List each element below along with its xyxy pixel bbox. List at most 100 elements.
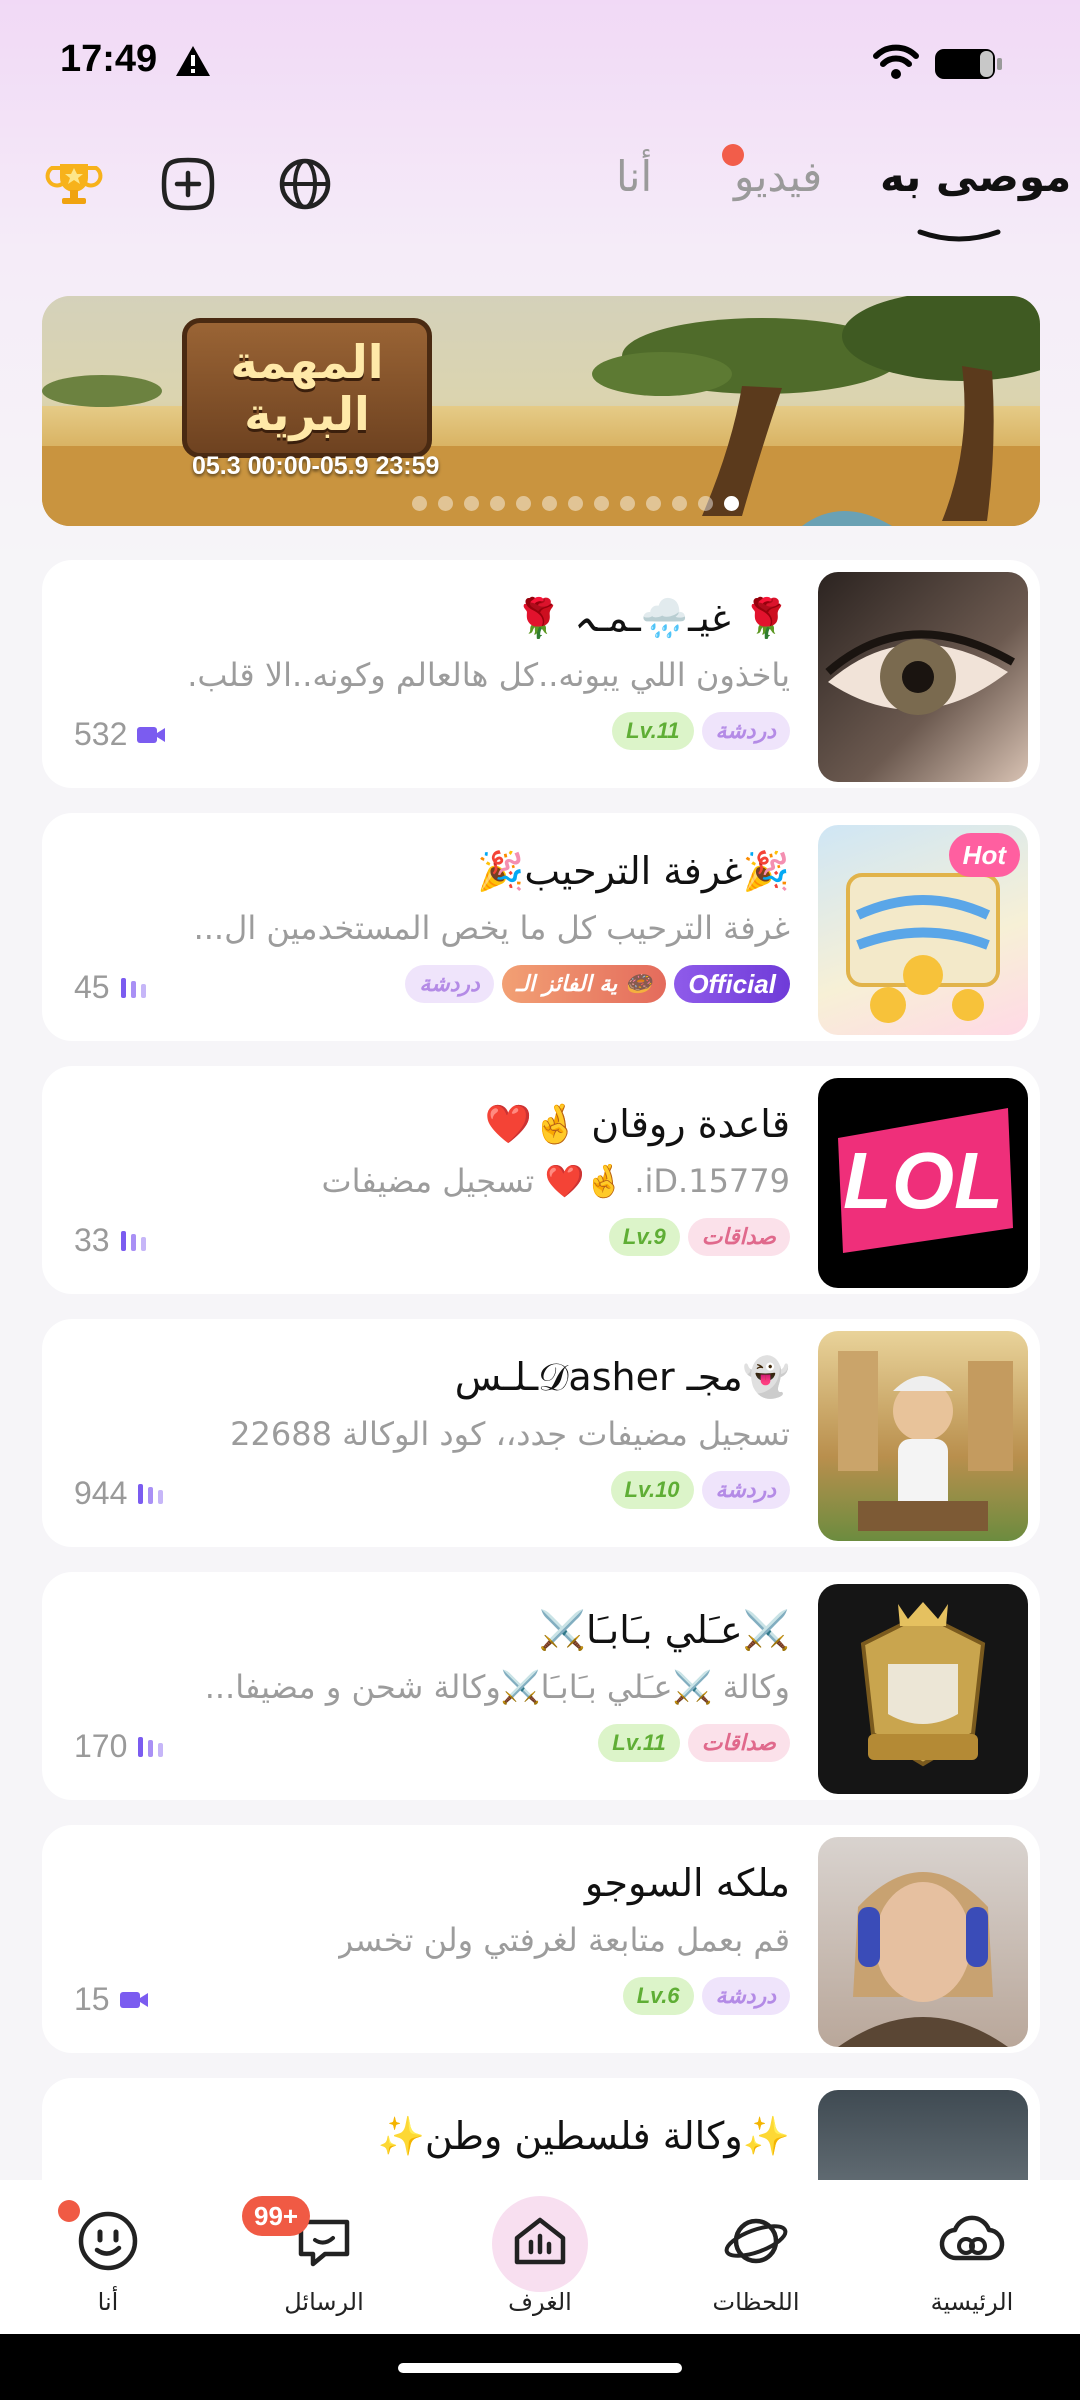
room-thumbnail [818, 572, 1028, 782]
banner-dot [516, 496, 531, 511]
tab-video[interactable]: فيديو [734, 152, 822, 201]
tag-level: Lv.11 [598, 1724, 680, 1762]
room-viewer-count: 33 [74, 1222, 150, 1259]
room-title: ✨وكالة فلسطين وطن✨ [377, 2114, 791, 2158]
room-tags: صداقات Lv.9 [608, 1218, 790, 1256]
banner-dot [568, 496, 583, 511]
room-count-value: 15 [74, 1981, 110, 2017]
room-viewer-count: 944 [74, 1475, 167, 1512]
tag-level: Lv.11 [612, 712, 694, 750]
battery-icon [935, 49, 1002, 79]
status-bar: 17:49 [0, 0, 1080, 125]
banner-dot [672, 496, 687, 511]
nav-label-rooms: الغرف [508, 2288, 572, 2316]
room-thumbnail: Hot [818, 825, 1028, 1035]
audio-bars-icon [138, 1736, 164, 1757]
bottom-nav: أنا الرسائل الغرف اللحظات الرئيسية [0, 2180, 1080, 2335]
tag-category: دردشة [405, 965, 494, 1003]
nav-item-rooms[interactable]: الغرف [460, 2196, 620, 2336]
room-title: 👻مجـ 𝒟asherـلـس [454, 1355, 790, 1399]
thumb-eye-art [825, 630, 1015, 715]
tag-category: صداقات [687, 1218, 790, 1256]
thumb-woman-headphones-art [838, 1872, 1008, 2047]
room-card[interactable]: ملكه السوجو قم بعمل متابعة لغرفتي ولن تخ… [42, 1825, 1040, 2053]
trophy-icon[interactable] [44, 154, 104, 214]
tag-official: Official [674, 965, 790, 1003]
banner-page-indicator [412, 496, 739, 511]
tab-active-underline [917, 229, 1001, 242]
room-title: قاعدة روقان 🤞❤️ [484, 1102, 790, 1146]
banner-dot [542, 496, 557, 511]
thumb-lol-text: LOL [843, 1136, 1003, 1225]
cloud-link-icon [939, 2215, 1005, 2261]
rooms-home-icon [514, 2217, 566, 2265]
banner-dot [698, 496, 713, 511]
room-tags: صداقات Lv.11 [598, 1724, 790, 1762]
banner-dot [594, 496, 609, 511]
tag-category: دردشة [701, 1977, 790, 2015]
room-tags: دردشة Lv.6 [622, 1977, 790, 2015]
room-description: غرفة الترحيب كل ما يخص المستخدمين ال... [193, 909, 790, 947]
room-card[interactable]: Hot 🎉غرفة الترحيب🎉 غرفة الترحيب كل ما يخ… [42, 813, 1040, 1041]
room-description: وكالة ⚔️عـَلي بـَابـَا⚔️وكالة شحن و مضيف… [204, 1668, 790, 1706]
video-camera-icon [137, 726, 166, 743]
nav-label-me: أنا [97, 2288, 119, 2316]
tag-category: دردشة [701, 712, 790, 750]
room-card[interactable]: ⚔️عـَلي بـَابـَا⚔️ وكالة ⚔️عـَلي بـَابـَ… [42, 1572, 1040, 1800]
tab-video-notification-dot [722, 144, 744, 166]
wifi-icon [873, 44, 919, 79]
smiley-icon [78, 2211, 138, 2271]
banner-title-sign: المهمة البرية [182, 318, 432, 458]
banner-title-line1: المهمة [230, 335, 384, 389]
room-title: ملكه السوجو [584, 1861, 790, 1905]
event-banner[interactable]: المهمة البرية 05.3 00:00-05.9 23:59 [42, 296, 1040, 526]
room-viewer-count: 170 [74, 1728, 167, 1765]
room-count-value: 532 [74, 716, 128, 752]
status-time: 17:49 [60, 38, 158, 80]
room-thumbnail: LOL [818, 1078, 1028, 1288]
warning-icon [176, 46, 210, 76]
add-circle-icon[interactable] [158, 154, 218, 214]
tab-me[interactable]: أنا [616, 152, 652, 201]
nav-item-moments[interactable]: اللحظات [676, 2196, 836, 2336]
room-count-value: 170 [74, 1728, 128, 1764]
room-thumbnail [818, 1584, 1028, 1794]
tag-category: صداقات [687, 1724, 790, 1762]
nav-label-moments: اللحظات [712, 2288, 800, 2316]
banner-dot [490, 496, 505, 511]
video-camera-icon [119, 1991, 148, 2008]
room-card[interactable]: LOL قاعدة روقان 🤞❤️ iD.15779. 🤞❤️ تسجيل … [42, 1066, 1040, 1294]
thumb-crest-art [860, 1602, 986, 1767]
header-row: أنا فيديو موصى به [0, 140, 1080, 250]
room-card[interactable]: 👻مجـ 𝒟asherـلـس تسجيل مضيفات جدد،، كود ا… [42, 1319, 1040, 1547]
room-description: تسجيل مضيفات جدد،، كود الوكالة 22688 [230, 1415, 790, 1453]
audio-bars-icon [120, 1230, 146, 1251]
tag-level: Lv.9 [608, 1218, 680, 1256]
banner-dot [438, 496, 453, 511]
tab-recommended[interactable]: موصى به [880, 152, 1071, 201]
banner-title-line2: البرية [244, 387, 370, 441]
nav-label-home: الرئيسية [930, 2288, 1014, 2316]
globe-icon[interactable] [275, 154, 335, 214]
nav-item-me[interactable]: أنا [28, 2196, 188, 2336]
room-card[interactable]: 🌹 غيـ🌧️ـمـہ 🌹 ياخذون اللي يبونه..كل هالع… [42, 560, 1040, 788]
room-viewer-count: 45 [74, 969, 150, 1006]
hot-badge: Hot [948, 833, 1020, 877]
messages-unread-badge: 99+ [242, 2196, 311, 2236]
audio-bars-icon [138, 1483, 164, 1504]
tag-category: دردشة [701, 1471, 790, 1509]
room-description: ياخذون اللي يبونه..كل هالعالم وكونه..الا… [187, 656, 790, 694]
thumb-cartoon-man-art [838, 1351, 1013, 1531]
tag-winner: 🍩 ية الفائز الـ [501, 965, 667, 1003]
room-title: 🎉غرفة الترحيب🎉 [477, 849, 790, 893]
planet-icon [724, 2218, 788, 2264]
home-indicator[interactable] [398, 2363, 682, 2373]
room-tags: دردشة Lv.10 [610, 1471, 790, 1509]
room-viewer-count: 15 [74, 1981, 150, 2018]
banner-dot [620, 496, 635, 511]
room-count-value: 33 [74, 1222, 110, 1258]
banner-dot [412, 496, 427, 511]
nav-label-messages: الرسائل [284, 2288, 364, 2316]
room-thumbnail [818, 1331, 1028, 1541]
nav-item-home[interactable]: الرئيسية [892, 2196, 1052, 2336]
